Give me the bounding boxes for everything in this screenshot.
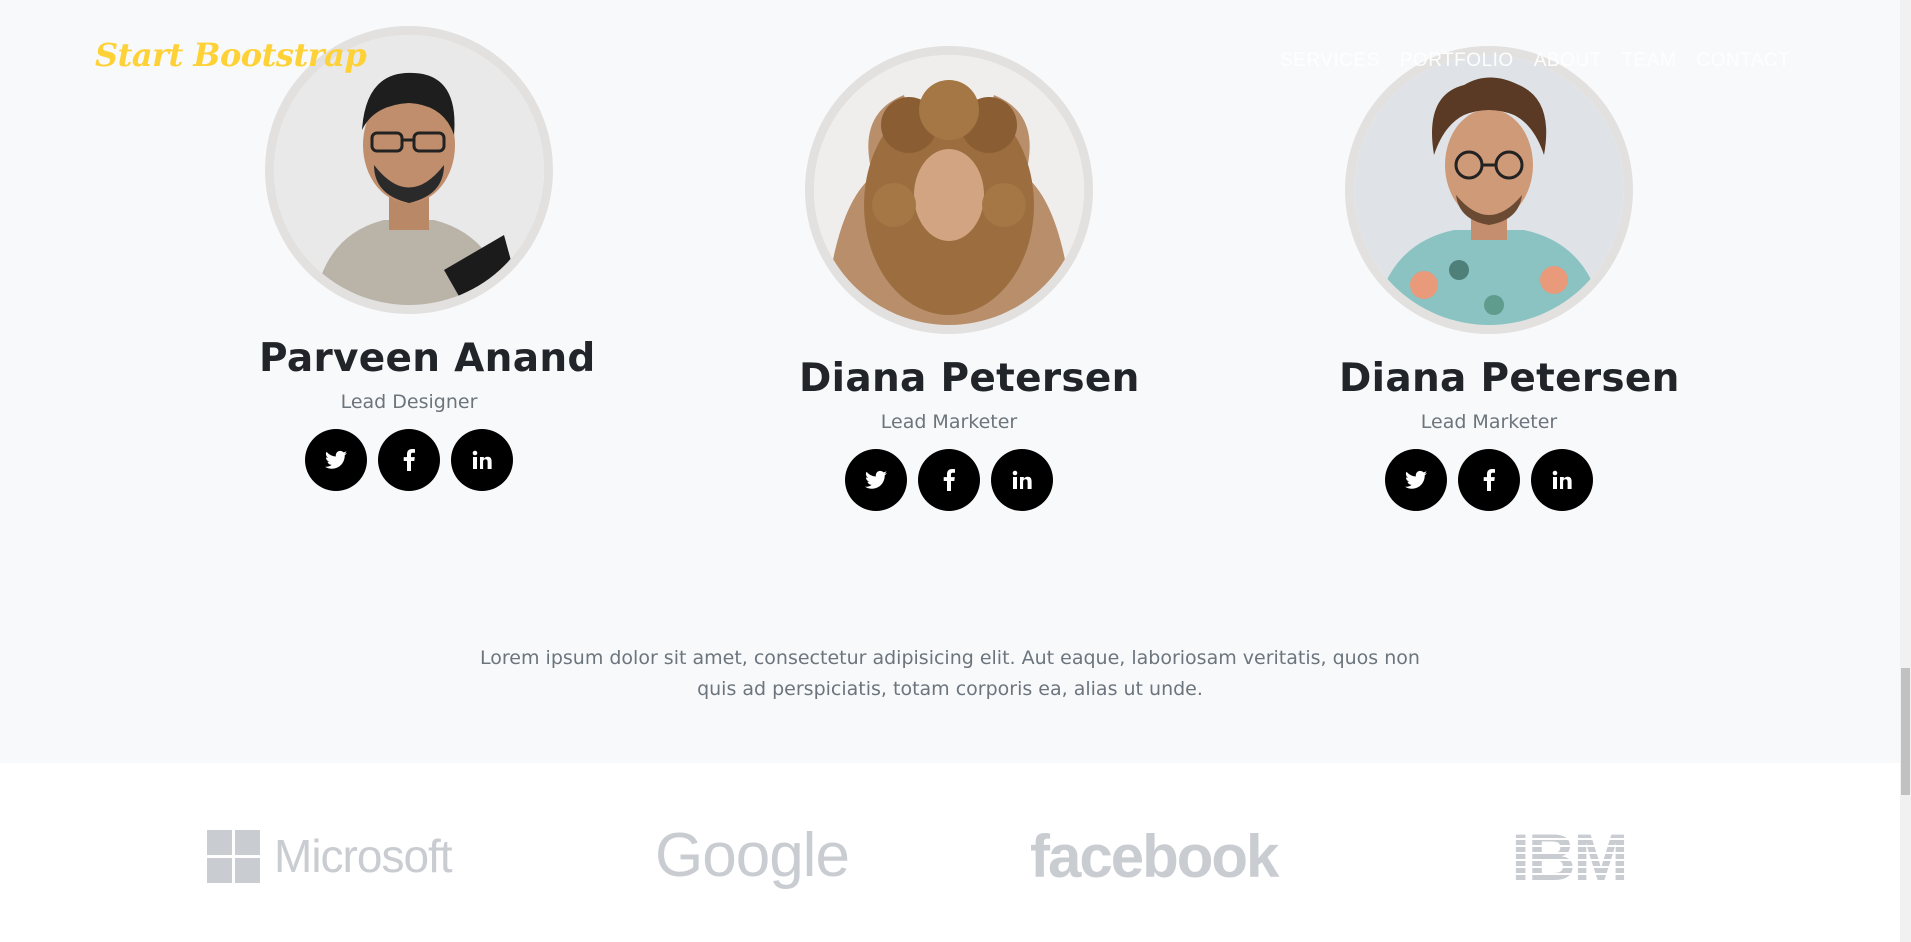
navbar-links: SERVICES PORTFOLIO ABOUT TEAM CONTACT <box>1280 50 1790 72</box>
team-section: Parveen Anand Lead Designer Diana Peters… <box>0 0 1900 763</box>
linkedin-button[interactable] <box>991 449 1053 511</box>
nav-link-portfolio[interactable]: PORTFOLIO <box>1400 50 1514 72</box>
team-lead-text: Lorem ipsum dolor sit amet, consectetur … <box>480 647 1420 700</box>
facebook-button[interactable] <box>378 429 440 491</box>
twitter-icon <box>1405 470 1427 489</box>
microsoft-logo[interactable]: Microsoft <box>207 829 453 883</box>
twitter-button[interactable] <box>305 429 367 491</box>
social-links <box>259 429 559 491</box>
member-role: Lead Marketer <box>1420 411 1558 433</box>
nav-link-about[interactable]: ABOUT <box>1534 50 1602 72</box>
person-photo-glasses-shirt <box>274 35 544 305</box>
microsoft-windows-icon <box>207 829 260 883</box>
nav-link-services[interactable]: SERVICES <box>1280 50 1380 72</box>
microsoft-logo-text: Microsoft <box>274 830 453 882</box>
twitter-icon <box>865 470 887 489</box>
ibm-logo-graphic: IBM <box>1512 820 1629 894</box>
facebook-button[interactable] <box>918 449 980 511</box>
navbar-brand[interactable]: Start Bootstrap <box>95 36 367 74</box>
team-member-3: Diana Petersen Lead Marketer <box>1339 46 1680 511</box>
linkedin-icon <box>1552 470 1572 489</box>
facebook-icon <box>943 469 955 491</box>
member-name: Parveen Anand <box>259 336 596 381</box>
twitter-icon <box>325 450 347 469</box>
team-member-photo <box>805 46 1093 334</box>
social-links <box>1339 449 1639 511</box>
twitter-button[interactable] <box>1385 449 1447 511</box>
facebook-button[interactable] <box>1458 449 1520 511</box>
scrollbar-track[interactable] <box>1900 0 1911 942</box>
facebook-logo[interactable]: facebook <box>1030 822 1279 891</box>
member-name: Diana Petersen <box>1339 356 1680 401</box>
page: Parveen Anand Lead Designer Diana Peters… <box>0 0 1900 942</box>
person-photo-curly-hair <box>814 55 1084 325</box>
team-member-photo <box>1345 46 1633 334</box>
svg-text:IBM: IBM <box>1512 826 1627 884</box>
person-photo-floral-shirt <box>1354 55 1624 325</box>
linkedin-icon <box>1012 470 1032 489</box>
twitter-button[interactable] <box>845 449 907 511</box>
nav-link-team[interactable]: TEAM <box>1622 50 1677 72</box>
nav-link-contact[interactable]: CONTACT <box>1696 50 1790 72</box>
linkedin-button[interactable] <box>451 429 513 491</box>
member-role: Lead Marketer <box>880 411 1018 433</box>
facebook-icon <box>403 449 415 471</box>
member-role: Lead Designer <box>340 391 478 413</box>
scrollbar-thumb[interactable] <box>1901 668 1910 795</box>
facebook-icon <box>1483 469 1495 491</box>
google-logo[interactable]: Google <box>655 820 850 891</box>
linkedin-button[interactable] <box>1531 449 1593 511</box>
team-member-1: Parveen Anand Lead Designer <box>259 26 596 491</box>
team-member-2: Diana Petersen Lead Marketer <box>799 46 1140 511</box>
social-links <box>799 449 1099 511</box>
linkedin-icon <box>472 450 492 469</box>
member-name: Diana Petersen <box>799 356 1140 401</box>
ibm-logo[interactable]: IBM <box>1500 820 1638 894</box>
